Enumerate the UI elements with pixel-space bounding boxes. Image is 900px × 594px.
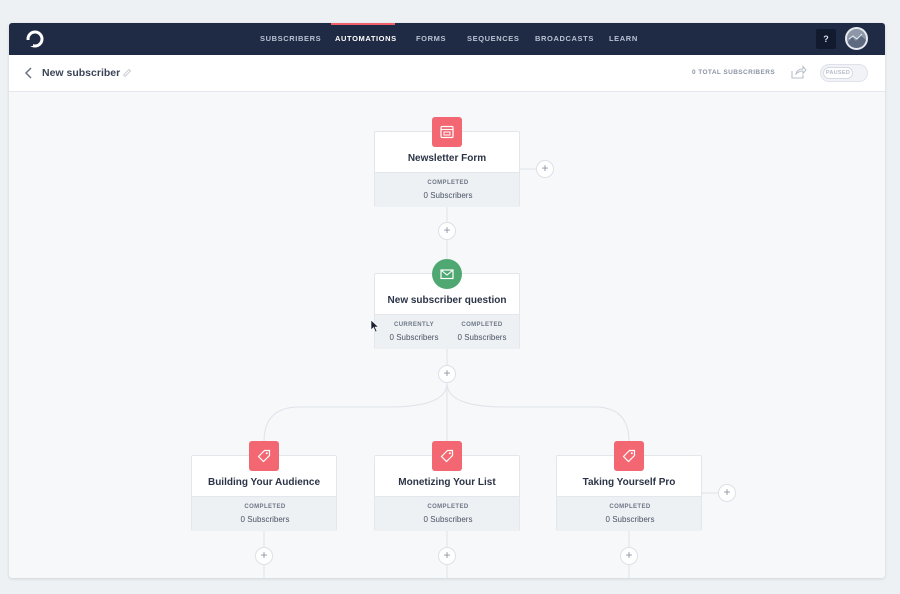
stat-value: 0 Subscribers <box>389 333 439 342</box>
help-button[interactable]: ? <box>816 29 836 49</box>
stat-label: COMPLETED <box>609 504 651 510</box>
nav-item-broadcasts[interactable]: BROADCASTS <box>535 23 594 55</box>
stat-label: COMPLETED <box>427 180 469 186</box>
email-icon <box>432 259 462 289</box>
share-icon[interactable] <box>790 65 807 80</box>
avatar[interactable] <box>845 27 868 50</box>
total-subscribers-count: 0 TOTAL SUBSCRIBERS <box>692 69 776 76</box>
tag-icon <box>614 441 644 471</box>
automation-canvas: Newsletter Form COMPLETED 0 Subscribers … <box>9 92 885 578</box>
node-title: Newsletter Form <box>407 153 487 164</box>
node-title: Taking Yourself Pro <box>582 477 676 488</box>
stat-label: COMPLETED <box>244 504 286 510</box>
add-step-button[interactable]: + <box>438 222 456 240</box>
form-icon <box>432 117 462 147</box>
nav-item-subscribers[interactable]: SUBSCRIBERS <box>260 23 321 55</box>
nav-item-forms[interactable]: FORMS <box>416 23 446 55</box>
tag-icon <box>249 441 279 471</box>
stat-value: 0 Subscribers <box>457 333 507 342</box>
node-stats: COMPLETED 0 Subscribers <box>557 496 701 531</box>
stat-label: COMPLETED <box>461 322 503 328</box>
node-title: Monetizing Your List <box>398 477 496 488</box>
node-stats: CURRENTLY 0 Subscribers COMPLETED 0 Subs… <box>375 314 519 349</box>
stat-label: COMPLETED <box>427 504 469 510</box>
nav-item-automations[interactable]: AUTOMATIONS <box>335 23 397 55</box>
node-title: New subscriber question <box>387 295 507 306</box>
add-step-button[interactable]: + <box>255 547 273 565</box>
automation-header: New subscriber 0 TOTAL SUBSCRIBERS PAUSE… <box>9 55 885 92</box>
add-step-button[interactable]: + <box>718 484 736 502</box>
node-stats: COMPLETED 0 Subscribers <box>375 496 519 531</box>
nav-menu: SUBSCRIBERS AUTOMATIONS FORMS SEQUENCES … <box>9 23 885 55</box>
mouse-cursor-icon <box>370 319 380 333</box>
stat-completed: COMPLETED 0 Subscribers <box>447 315 517 350</box>
stat-currently: CURRENTLY 0 Subscribers <box>379 315 449 350</box>
avatar-image <box>847 29 866 48</box>
page-title: New subscriber <box>42 67 121 79</box>
edit-pencil-icon[interactable] <box>122 68 132 78</box>
stat-completed: COMPLETED 0 Subscribers <box>557 497 703 532</box>
nav-item-sequences[interactable]: SEQUENCES <box>467 23 520 55</box>
stat-value: 0 Subscribers <box>423 515 473 524</box>
add-step-button[interactable]: + <box>438 547 456 565</box>
toggle-label: PAUSED <box>823 67 853 79</box>
stat-value: 0 Subscribers <box>423 191 473 200</box>
node-stats: COMPLETED 0 Subscribers <box>192 496 336 531</box>
add-step-button[interactable]: + <box>620 547 638 565</box>
stat-completed: COMPLETED 0 Subscribers <box>375 497 521 532</box>
node-stats: COMPLETED 0 Subscribers <box>375 172 519 207</box>
stat-completed: COMPLETED 0 Subscribers <box>192 497 338 532</box>
tag-icon <box>432 441 462 471</box>
stat-label: CURRENTLY <box>393 322 435 328</box>
back-arrow-icon[interactable] <box>23 66 35 80</box>
add-step-button[interactable]: + <box>536 160 554 178</box>
node-title: Building Your Audience <box>207 477 321 488</box>
stat-value: 0 Subscribers <box>605 515 655 524</box>
stat-value: 0 Subscribers <box>240 515 290 524</box>
add-step-button[interactable]: + <box>438 365 456 383</box>
nav-item-learn[interactable]: LEARN <box>609 23 638 55</box>
app-window: SUBSCRIBERS AUTOMATIONS FORMS SEQUENCES … <box>9 23 885 578</box>
stat-completed: COMPLETED 0 Subscribers <box>375 173 521 208</box>
top-navigation: SUBSCRIBERS AUTOMATIONS FORMS SEQUENCES … <box>9 23 885 55</box>
pause-toggle[interactable]: PAUSED <box>820 64 868 82</box>
